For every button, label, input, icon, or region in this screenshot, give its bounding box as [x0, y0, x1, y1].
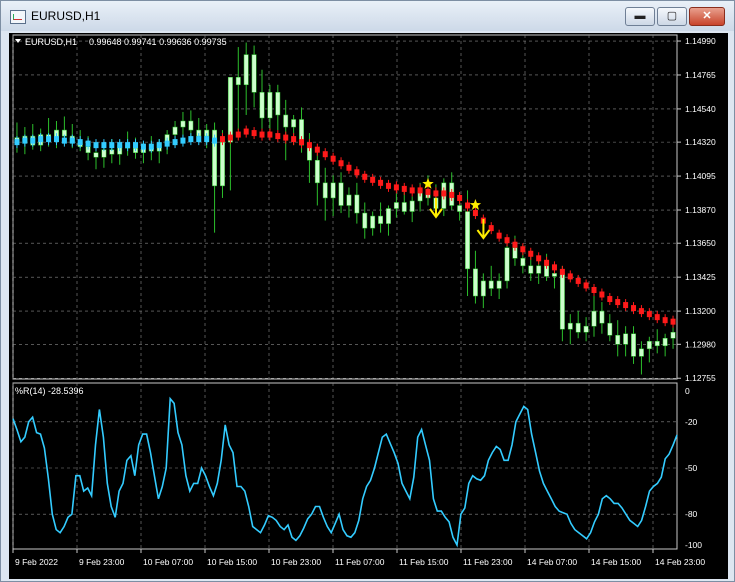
candle-body — [457, 205, 463, 212]
candle-body — [330, 182, 336, 199]
price-tick-label: 1.14990 — [685, 36, 716, 46]
price-tick-label: 1.13650 — [685, 238, 716, 248]
price-tick-label: 1.13425 — [685, 272, 716, 282]
chart-background — [9, 33, 728, 579]
time-tick-label: 14 Feb 07:00 — [527, 557, 577, 567]
candle-body — [314, 159, 320, 184]
candle-body — [338, 182, 344, 206]
candle-body — [354, 194, 360, 214]
candle-body — [409, 200, 415, 212]
candle-body — [393, 202, 399, 209]
candle-body — [599, 310, 605, 324]
symbol-label: EURUSD,H1 — [25, 37, 77, 47]
price-tick-label: 1.13200 — [685, 306, 716, 316]
candle-body — [583, 325, 589, 333]
window-title: EURUSD,H1 — [31, 9, 101, 23]
candle-body — [536, 265, 542, 274]
time-tick-label: 11 Feb 15:00 — [399, 557, 449, 567]
indicator-tick-label: -80 — [685, 509, 698, 519]
candle-body — [639, 348, 644, 357]
time-tick-label: 14 Feb 23:00 — [655, 557, 705, 567]
indicator-label: %R(14) -28.5396 — [15, 386, 84, 396]
candle-body — [291, 119, 297, 128]
minimize-button[interactable]: ▬ — [625, 7, 655, 26]
candle-body — [520, 258, 526, 267]
candle-body — [251, 54, 257, 93]
candle-body — [465, 211, 470, 270]
candle-body — [567, 322, 573, 330]
candle-body — [552, 273, 557, 277]
candle-body — [220, 141, 225, 187]
indicator-tick-label: -50 — [685, 463, 698, 473]
time-tick-label: 11 Feb 07:00 — [335, 557, 385, 567]
indicator-tick-label: -20 — [685, 417, 698, 427]
time-tick-label: 9 Feb 2022 — [15, 557, 58, 567]
candle-body — [559, 273, 565, 330]
candle-body — [362, 212, 368, 229]
candle-body — [93, 152, 99, 158]
candle-body — [496, 280, 502, 289]
indicator-tick-label: -100 — [685, 540, 702, 550]
candle-body — [386, 208, 391, 224]
candle-body — [607, 322, 613, 336]
time-tick-label: 10 Feb 23:00 — [271, 557, 321, 567]
chart-area[interactable]: EURUSD,H1 0.99648 0.99741 0.99636 0.9973… — [9, 33, 728, 579]
candle-body — [662, 338, 668, 347]
candle-body — [488, 280, 494, 289]
price-tick-label: 1.12980 — [685, 339, 716, 349]
time-tick-label: 14 Feb 15:00 — [591, 557, 641, 567]
candle-body — [473, 268, 478, 297]
candle-body — [370, 215, 376, 229]
candle-body — [259, 92, 265, 119]
time-tick-label: 10 Feb 07:00 — [143, 557, 193, 567]
chart-app-icon — [10, 10, 26, 24]
candle-body — [180, 120, 186, 128]
maximize-button[interactable]: ▢ — [657, 7, 687, 26]
time-tick-label: 9 Feb 23:00 — [79, 557, 125, 567]
candle-body — [267, 92, 273, 119]
candle-body — [670, 331, 676, 339]
price-tick-label: 1.14540 — [685, 104, 716, 114]
candle-body — [623, 333, 629, 345]
time-tick-label: 11 Feb 23:00 — [463, 557, 513, 567]
price-tick-label: 1.14095 — [685, 171, 716, 181]
candle-body — [631, 333, 636, 357]
candle-body — [401, 202, 407, 212]
chart-window: EURUSD,H1 ▬ ▢ ✕ EURUSD,H1 0.99648 0.9974… — [0, 0, 735, 582]
price-tick-label: 1.13870 — [685, 205, 716, 215]
price-tick-label: 1.14765 — [685, 70, 716, 80]
candle-body — [275, 92, 281, 116]
candle-body — [591, 310, 597, 327]
candle-body — [172, 126, 178, 135]
candle-body — [346, 194, 352, 206]
price-tick-label: 1.14320 — [685, 137, 716, 147]
candle-body — [235, 76, 241, 86]
candle-body — [243, 54, 249, 86]
close-button[interactable]: ✕ — [689, 7, 725, 26]
candle-body — [378, 215, 383, 224]
price-tick-label: 1.12755 — [685, 373, 716, 383]
candle-body — [654, 341, 660, 347]
candle-body — [615, 334, 621, 345]
candle-body — [575, 322, 581, 333]
ohlc-values: 0.99648 0.99741 0.99636 0.99735 — [89, 37, 227, 47]
candle-body — [528, 265, 534, 274]
indicator-tick-label: 0 — [685, 386, 690, 396]
candle-body — [283, 114, 289, 128]
candle-body — [322, 182, 328, 199]
time-tick-label: 10 Feb 15:00 — [207, 557, 257, 567]
candle-body — [188, 120, 194, 131]
candle-body — [504, 247, 510, 282]
candle-body — [480, 280, 486, 297]
title-bar[interactable]: EURUSD,H1 ▬ ▢ ✕ — [1, 1, 734, 31]
candle-body — [646, 341, 652, 350]
